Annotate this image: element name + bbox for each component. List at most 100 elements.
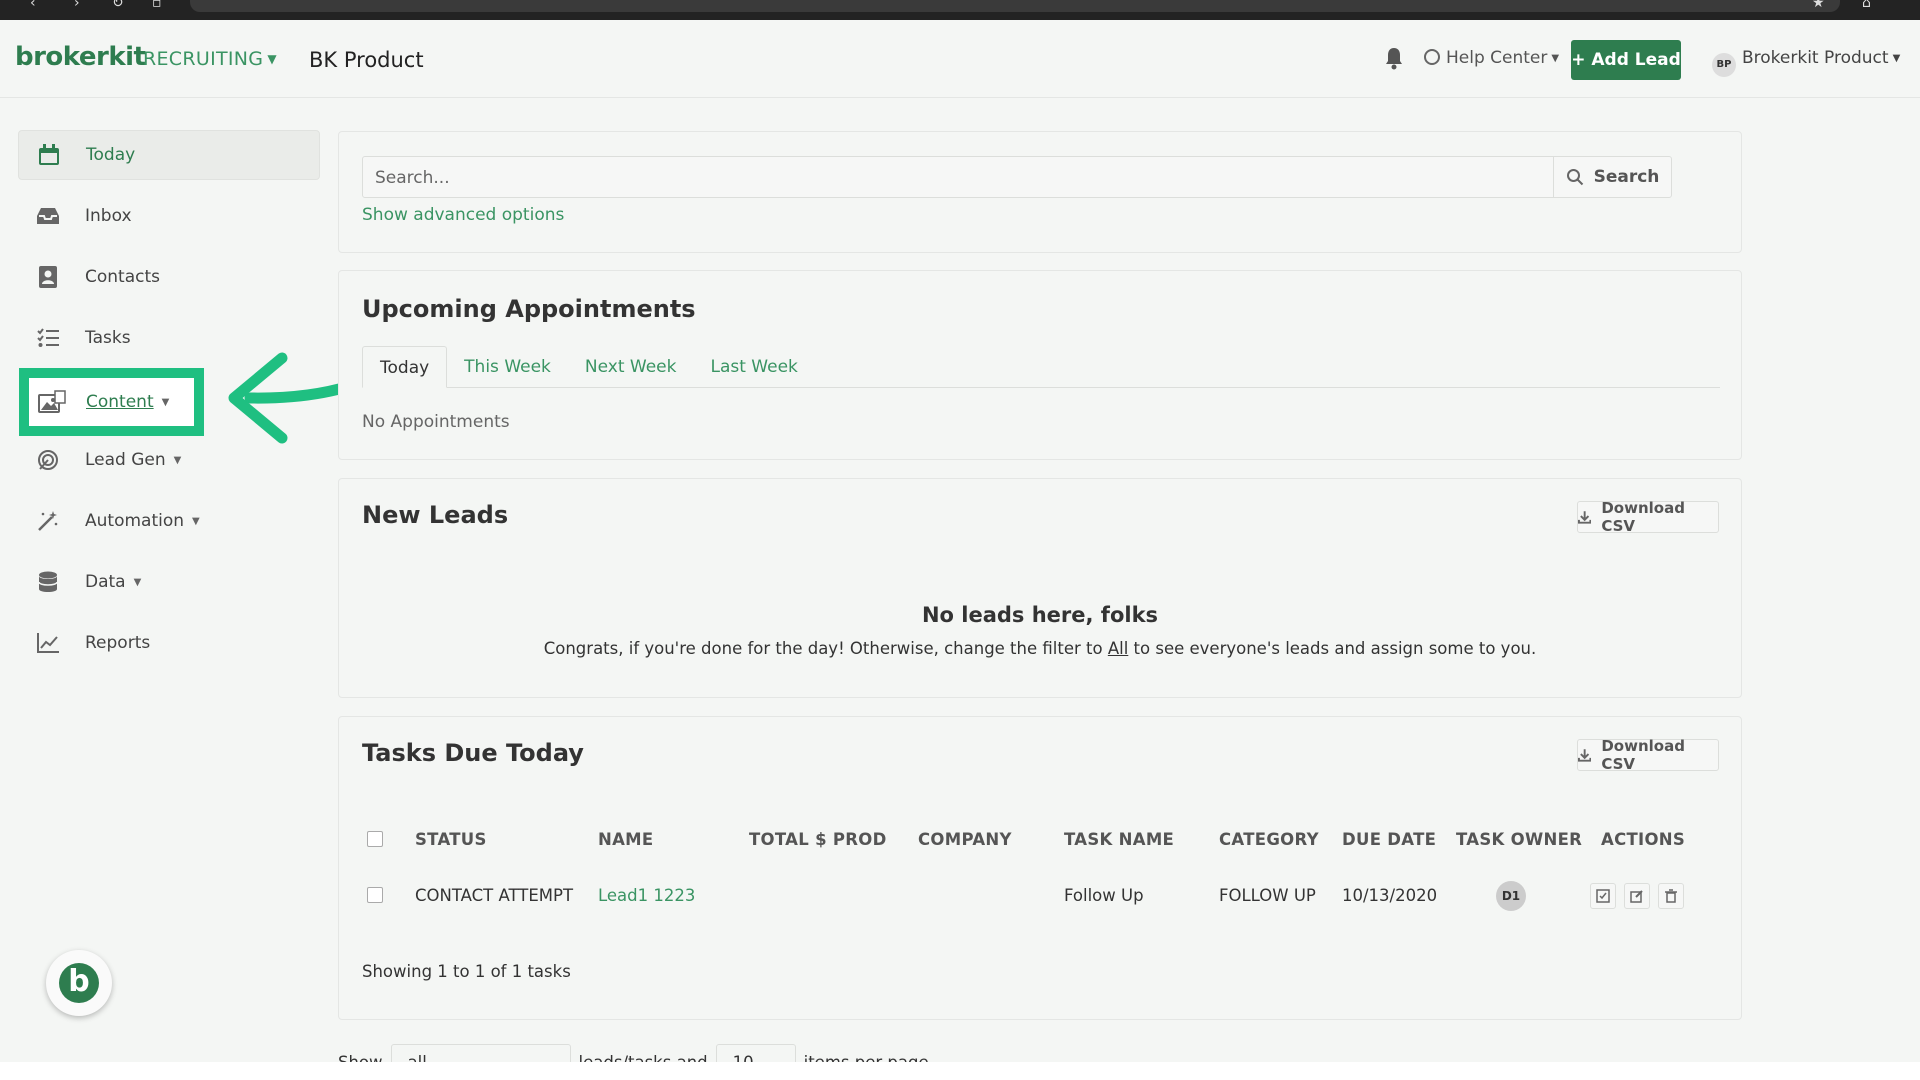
column-header[interactable]: TOTAL $ PROD [749,830,887,849]
search-button[interactable]: Search [1553,157,1671,197]
sidebar-item-label: Tasks [85,328,131,348]
search-panel: Search... Search Show advanced options [338,131,1742,253]
tab-today[interactable]: Today [362,346,448,388]
task-lead-name-link[interactable]: Lead1 1223 [598,886,695,905]
tasks-panel: Tasks Due Today Download CSV STATUS NAME… [338,716,1742,1020]
column-header[interactable]: STATUS [415,830,487,849]
sidebar-item-label: Automation [85,511,185,531]
column-header[interactable]: NAME [598,830,653,849]
globe-icon [1424,49,1440,65]
task-due-date: 10/13/2020 [1342,886,1438,905]
column-header[interactable]: CATEGORY [1219,830,1319,849]
tab-this-week[interactable]: This Week [447,346,568,387]
search-button-label: Search [1593,167,1660,187]
forward-icon[interactable]: › [74,0,80,10]
tasks-title: Tasks Due Today [362,739,584,767]
home-icon[interactable]: ▫ [152,0,162,10]
download-csv-label: Download CSV [1601,737,1685,773]
search-input[interactable]: Search... Search [362,156,1672,198]
sidebar-item-inbox[interactable]: Inbox [18,191,320,241]
advanced-options-link[interactable]: Show advanced options [362,205,564,225]
user-menu[interactable]: BP Brokerkit Product ▼ [1712,48,1900,77]
sidebar-item-today[interactable]: Today [18,130,320,180]
contacts-icon [36,265,60,289]
tasks-icon [36,326,60,350]
new-leads-title: New Leads [362,501,509,529]
account-name: BK Product [309,48,424,72]
trash-icon [1665,889,1677,903]
no-leads-title: No leads here, folks [921,603,1159,627]
download-csv-button[interactable]: Download CSV [1577,499,1719,535]
avatar: BP [1712,53,1736,77]
download-icon [1578,749,1592,762]
edit-icon [1630,890,1643,903]
column-header[interactable]: TASK NAME [1064,830,1174,849]
task-category: FOLLOW UP [1219,886,1316,905]
address-bar[interactable] [190,0,1840,12]
appointments-title: Upcoming Appointments [362,295,696,323]
mode-dropdown[interactable]: RECRUITING ▼ [143,48,277,70]
sidebar-item-automation[interactable]: Automation ▼ [18,496,320,546]
bell-icon[interactable] [1384,46,1404,70]
extensions-icon[interactable]: ⌂ [1862,0,1871,10]
column-header[interactable]: TASK OWNER [1456,830,1582,849]
user-name: Brokerkit Product [1742,48,1889,68]
download-icon [1578,511,1592,524]
tab-last-week[interactable]: Last Week [693,346,814,387]
pagination-summary: Showing 1 to 1 of 1 tasks [362,962,571,981]
complete-task-button[interactable] [1590,883,1616,909]
sidebar-item-label: Inbox [85,206,132,226]
bottom-edge [0,1062,1920,1080]
caret-down-icon: ▼ [1892,53,1901,64]
appointments-panel: Upcoming Appointments Today This Week Ne… [338,270,1742,460]
image-icon [38,390,66,414]
task-status: CONTACT ATTEMPT [415,886,574,905]
help-center-dropdown[interactable]: Help Center ▼ [1424,48,1559,68]
bookmark-icon[interactable]: ★ [1812,0,1825,10]
sidebar-item-label: Contacts [85,267,160,287]
no-appointments-text: No Appointments [362,412,510,432]
help-widget-button[interactable]: b [46,950,112,1016]
row-checkbox[interactable] [367,887,383,903]
search-placeholder: Search... [375,168,450,188]
delete-task-button[interactable] [1658,883,1684,909]
magnet-icon [36,448,60,472]
caret-down-icon: ▼ [1551,53,1560,64]
sidebar-item-data[interactable]: Data ▼ [18,557,320,607]
sidebar-item-label: Reports [85,633,151,653]
add-lead-button[interactable]: + Add Lead [1571,40,1681,80]
sidebar-item-reports[interactable]: Reports [18,618,320,668]
edit-task-button[interactable] [1624,883,1650,909]
caret-down-icon: ▼ [192,515,200,527]
calendar-icon [37,143,61,167]
task-owner-avatar: D1 [1496,881,1526,911]
tab-next-week[interactable]: Next Week [568,346,694,387]
column-header[interactable]: DUE DATE [1342,830,1436,849]
check-square-icon [1596,889,1610,903]
wand-icon [36,509,60,533]
new-leads-panel: New Leads Download CSV No leads here, fo… [338,478,1742,698]
browser-toolbar: ‹ › ↻ ▫ ★ ⌂ [0,0,1920,20]
brand-logo[interactable]: brokerkit [15,42,146,72]
caret-down-icon: ▼ [173,454,182,466]
no-leads-text: to see everyone's leads and assign some … [1128,639,1537,658]
sidebar-item-label: Data [85,572,126,592]
app-header: brokerkit RECRUITING ▼ BK Product Help Ce… [0,20,1920,98]
caret-down-icon: ▼ [267,52,277,66]
column-header[interactable]: COMPANY [918,830,1012,849]
sidebar-item-label: Content [86,392,154,412]
mode-label: RECRUITING [143,48,264,70]
download-csv-button[interactable]: Download CSV [1577,737,1719,773]
caret-down-icon: ▼ [161,396,170,408]
caret-down-icon: ▼ [133,576,142,588]
back-icon[interactable]: ‹ [30,0,36,10]
sidebar-item-content[interactable]: Content ▼ [19,368,204,436]
task-name: Follow Up [1064,886,1144,905]
sidebar-item-label: Today [86,145,136,165]
no-leads-text: Congrats, if you're done for the day! Ot… [543,639,1108,658]
reload-icon[interactable]: ↻ [112,0,124,10]
all-filter-link[interactable]: All [1108,639,1128,658]
database-icon [36,570,60,594]
select-all-checkbox[interactable] [367,831,383,847]
sidebar-item-label: Lead Gen [85,450,166,470]
